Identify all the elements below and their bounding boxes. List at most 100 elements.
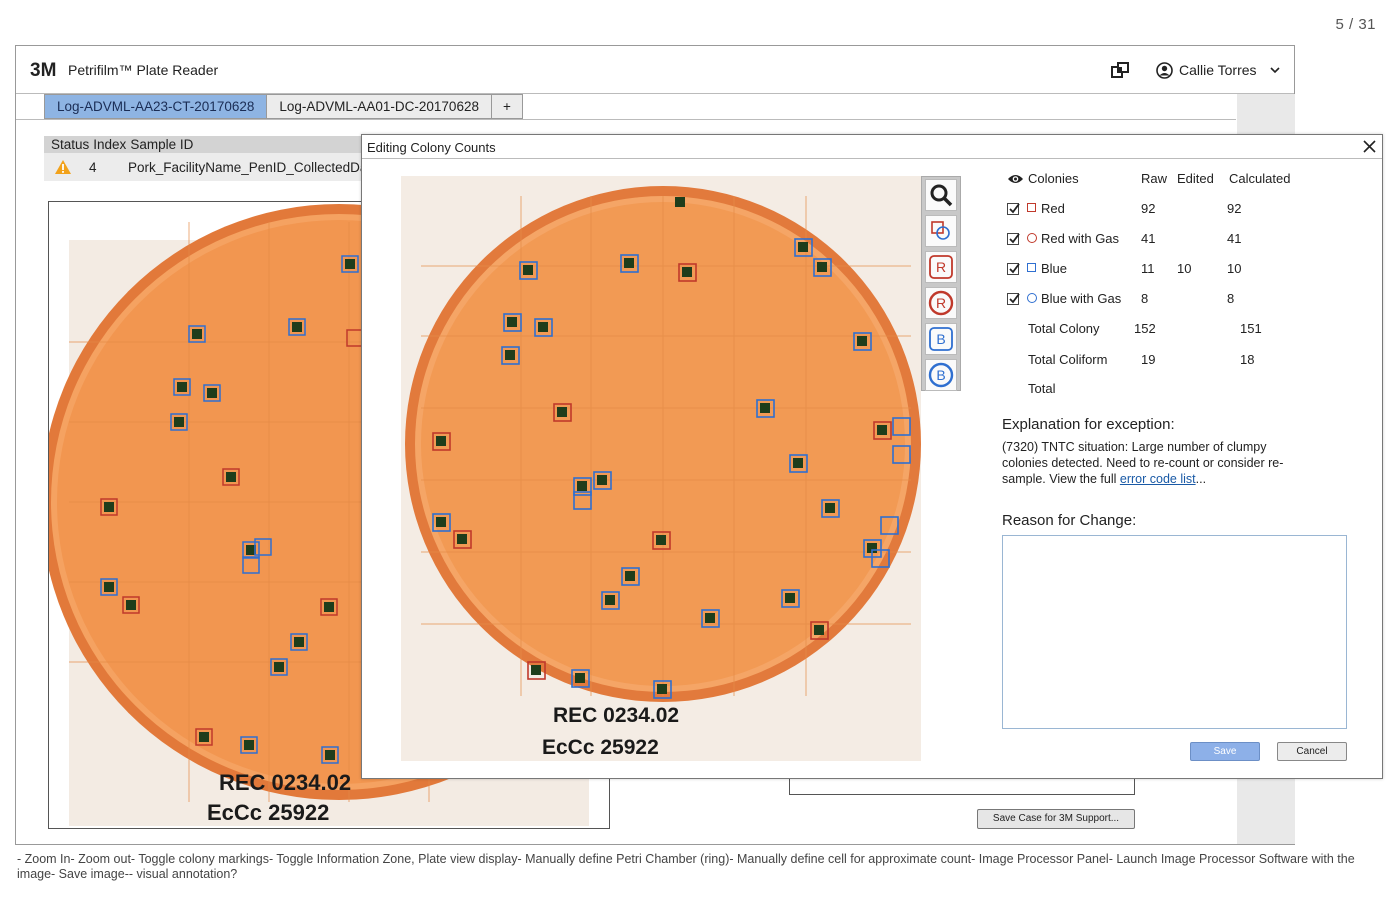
tab-divider bbox=[16, 119, 1236, 120]
brand-logo: 3M bbox=[30, 60, 57, 81]
edited-value[interactable]: 10 bbox=[1177, 261, 1191, 276]
eye-icon[interactable] bbox=[1007, 173, 1024, 185]
user-menu[interactable]: Callie Torres bbox=[1156, 60, 1281, 80]
tab-log-aa01[interactable]: Log-ADVML-AA01-DC-20170628 bbox=[266, 94, 492, 119]
toggle-markings-button[interactable] bbox=[925, 215, 957, 247]
toggle-markings-icon bbox=[931, 221, 950, 240]
save-case-support-button[interactable]: Save Case for 3M Support... bbox=[977, 809, 1135, 829]
blue-gas-colony-icon: B bbox=[928, 362, 954, 388]
cancel-button[interactable]: Cancel bbox=[1277, 742, 1347, 761]
reason-input[interactable] bbox=[1002, 535, 1347, 729]
row-label: Blue bbox=[1041, 261, 1068, 276]
row-sample-id: Pork_FacilityName_PenID_CollectedDate bbox=[128, 159, 379, 175]
user-name: Callie Torres bbox=[1179, 62, 1257, 78]
checkmark-icon bbox=[1009, 263, 1020, 274]
page-counter: 5 / 31 bbox=[1335, 16, 1376, 33]
red-colony-icon: R bbox=[929, 255, 953, 279]
total-coliform-row: Total Coliform 19 18 bbox=[1002, 352, 1322, 372]
blue-colony-tool[interactable]: B bbox=[925, 323, 957, 355]
total-row: Total bbox=[1002, 381, 1322, 401]
red-checkbox[interactable] bbox=[1007, 203, 1020, 215]
raw-value: 92 bbox=[1141, 201, 1156, 216]
blue-checkbox[interactable] bbox=[1007, 263, 1020, 275]
header-edited: Edited bbox=[1177, 171, 1214, 186]
column-header-status: Status bbox=[51, 137, 90, 152]
blue-square-swatch bbox=[1027, 263, 1036, 272]
footer-note: - Zoom In- Zoom out- Toggle colony marki… bbox=[17, 852, 1355, 881]
blue-colony-icon: B bbox=[929, 327, 953, 351]
window-toggle-icon[interactable] bbox=[1111, 61, 1129, 79]
counts-row-red-gas: Red with Gas 41 41 bbox=[1002, 231, 1322, 251]
zoom-button[interactable] bbox=[925, 179, 957, 211]
bg-plate-label-1: REC 0234.02 bbox=[219, 770, 351, 795]
tab-bar: Log-ADVML-AA23-CT-20170628 Log-ADVML-AA0… bbox=[44, 94, 523, 120]
close-icon[interactable] bbox=[1363, 140, 1376, 153]
column-header-index: Index bbox=[93, 137, 127, 152]
red-gas-checkbox[interactable] bbox=[1007, 233, 1020, 245]
warning-icon bbox=[55, 160, 71, 174]
total-colony-row: Total Colony 152 151 bbox=[1002, 321, 1322, 341]
app-header: 3M Petrifilm™ Plate Reader Callie Torres bbox=[16, 46, 1294, 94]
blue-circle-swatch bbox=[1027, 293, 1037, 303]
checkmark-icon bbox=[1009, 293, 1020, 304]
row-label: Red bbox=[1041, 201, 1065, 216]
checkmark-icon bbox=[1009, 203, 1020, 214]
status-table-header: Status Index Sample ID bbox=[44, 136, 384, 153]
save-button[interactable]: Save bbox=[1190, 742, 1260, 761]
raw-value: 41 bbox=[1141, 231, 1156, 246]
plate-label-2: EcCc 25922 bbox=[542, 736, 659, 759]
row-index: 4 bbox=[89, 159, 97, 175]
dialog-title: Editing Colony Counts bbox=[362, 135, 1382, 159]
header-colonies: Colonies bbox=[1028, 171, 1079, 186]
calculated-value: 41 bbox=[1227, 231, 1242, 246]
total-label: Total bbox=[1028, 381, 1056, 396]
counts-header-row: Colonies Raw Edited Calculated bbox=[1002, 171, 1322, 191]
red-circle-swatch bbox=[1027, 233, 1037, 243]
status-table: Status Index Sample ID 4 Pork_FacilityNa… bbox=[44, 136, 384, 181]
error-code-list-link[interactable]: error code list bbox=[1120, 472, 1196, 486]
tab-log-aa23[interactable]: Log-ADVML-AA23-CT-20170628 bbox=[44, 94, 268, 119]
header-calculated: Calculated bbox=[1229, 171, 1291, 186]
table-row[interactable]: 4 Pork_FacilityName_PenID_CollectedDate bbox=[44, 153, 384, 181]
zoom-icon bbox=[930, 184, 953, 207]
red-gas-colony-tool[interactable]: R bbox=[925, 287, 957, 319]
chevron-down-icon bbox=[1269, 67, 1280, 74]
red-gas-colony-icon: R bbox=[928, 290, 954, 316]
calculated-value: 10 bbox=[1227, 261, 1242, 276]
checkmark-icon bbox=[1009, 233, 1020, 244]
blue-gas-checkbox[interactable] bbox=[1007, 293, 1020, 305]
svg-text:R: R bbox=[936, 259, 946, 275]
total-raw: 19 bbox=[1141, 352, 1156, 367]
raw-value: 8 bbox=[1141, 291, 1149, 306]
svg-text:B: B bbox=[936, 331, 945, 347]
column-header-sample-id: Sample ID bbox=[130, 137, 194, 152]
blue-gas-colony-tool[interactable]: B bbox=[925, 359, 957, 391]
svg-text:R: R bbox=[936, 295, 946, 311]
counts-row-blue-gas: Blue with Gas 8 8 bbox=[1002, 291, 1322, 311]
editing-colony-counts-dialog: Editing Colony Counts REC 0234.02 EcCc 2… bbox=[361, 134, 1383, 779]
app-title: Petrifilm™ Plate Reader bbox=[68, 62, 219, 78]
total-label: Total Colony bbox=[1028, 321, 1100, 336]
explanation-ellipsis: ... bbox=[1195, 472, 1207, 486]
calculated-value: 8 bbox=[1227, 291, 1235, 306]
total-calculated: 151 bbox=[1240, 321, 1262, 336]
raw-value: 11 bbox=[1141, 261, 1155, 276]
plate-image[interactable]: REC 0234.02 EcCc 25922 bbox=[401, 176, 921, 761]
row-label: Red with Gas bbox=[1041, 231, 1120, 246]
red-colony-tool[interactable]: R bbox=[925, 251, 957, 283]
svg-text:B: B bbox=[936, 367, 945, 383]
total-label: Total Coliform bbox=[1028, 352, 1108, 367]
red-square-swatch bbox=[1027, 203, 1036, 212]
colony-toolbar: R R B B bbox=[921, 176, 961, 391]
counts-row-red: Red 92 92 bbox=[1002, 201, 1322, 221]
explanation-text: (7320) TNTC situation: Large number of c… bbox=[1002, 439, 1302, 487]
user-icon bbox=[1156, 61, 1173, 79]
plate-label-1: REC 0234.02 bbox=[553, 704, 679, 727]
explanation-heading: Explanation for exception: bbox=[1002, 416, 1175, 433]
header-raw: Raw bbox=[1141, 171, 1168, 186]
bg-plate-label-2: EcCc 25922 bbox=[207, 800, 329, 825]
total-raw: 152 bbox=[1134, 321, 1156, 336]
add-tab-button[interactable]: + bbox=[490, 94, 523, 119]
total-calculated: 18 bbox=[1240, 352, 1255, 367]
counts-row-blue: Blue 11 10 10 bbox=[1002, 261, 1322, 281]
